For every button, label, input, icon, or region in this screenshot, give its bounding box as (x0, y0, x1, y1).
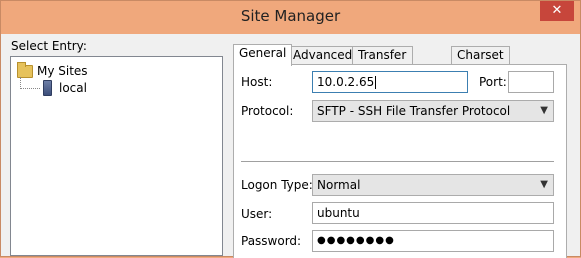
port-label: Port: (479, 75, 507, 89)
host-label: Host: (241, 75, 273, 89)
tree-item-label: local (59, 81, 87, 95)
password-label: Password: (241, 234, 302, 248)
server-icon (43, 80, 52, 96)
site-tree[interactable]: My Sites local (10, 56, 223, 256)
folder-icon (17, 61, 33, 78)
tree-item-label: My Sites (37, 64, 88, 78)
divider (241, 161, 554, 162)
close-icon: ✕ (551, 3, 563, 18)
password-field[interactable]: ●●●●●●●● (312, 230, 554, 252)
logon-type-select[interactable]: Normal ▼ (312, 174, 554, 196)
protocol-label: Protocol: (241, 104, 294, 118)
tree-item-my-sites[interactable]: My Sites (17, 61, 88, 80)
protocol-value: SFTP - SSH File Transfer Protocol (317, 104, 511, 118)
tab-charset[interactable]: Charset (451, 46, 510, 65)
port-field[interactable] (508, 71, 554, 93)
tab-general[interactable]: General (233, 44, 293, 66)
logon-type-label: Logon Type: (241, 178, 313, 192)
user-label: User: (241, 207, 273, 221)
window-title: Site Manager (240, 7, 341, 25)
text-caret (375, 76, 377, 89)
title-bar[interactable]: Site Manager ✕ (1, 1, 580, 34)
user-field[interactable]: ubuntu (312, 202, 554, 224)
site-manager-window: Site Manager ✕ Select Entry: My Sites lo… (0, 0, 581, 258)
host-field[interactable]: 10.0.2.65 (312, 71, 468, 93)
chevron-down-icon: ▼ (540, 105, 548, 116)
tree-item-local[interactable]: local (43, 79, 87, 97)
protocol-select[interactable]: SFTP - SSH File Transfer Protocol ▼ (312, 100, 554, 122)
tab-advanced[interactable]: Advanced (287, 46, 359, 65)
tab-transfer-settings[interactable]: Transfer Settings (352, 46, 414, 79)
tree-connector (20, 88, 40, 89)
select-entry-label: Select Entry: (11, 39, 87, 53)
close-button[interactable]: ✕ (540, 1, 574, 21)
chevron-down-icon: ▼ (540, 179, 548, 190)
logon-type-value: Normal (317, 178, 361, 192)
